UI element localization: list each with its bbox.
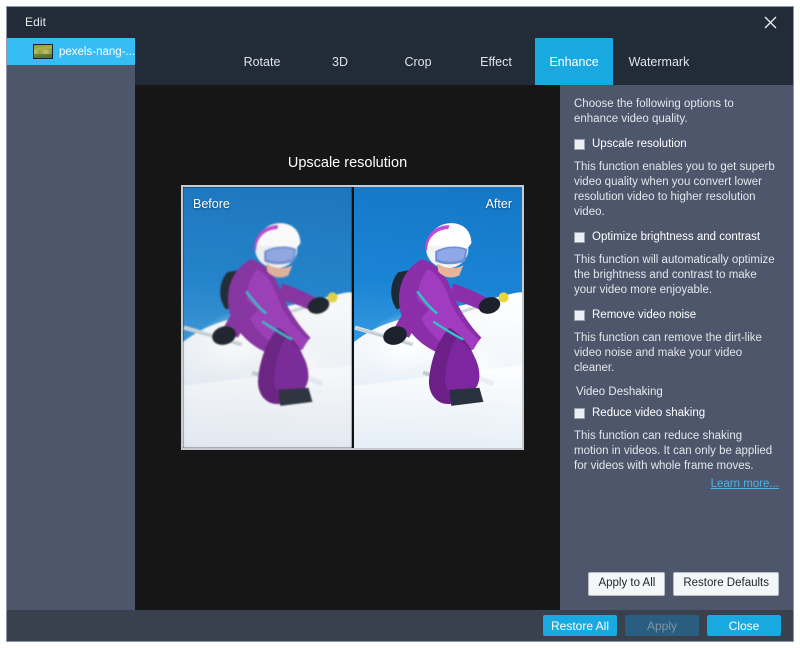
restore-defaults-button[interactable]: Restore Defaults: [673, 572, 779, 596]
tab-watermark-label: Watermark: [628, 54, 690, 69]
enhance-options-panel: Choose the following options to enhance …: [560, 85, 793, 610]
tab-rotate-label: Rotate: [243, 54, 281, 69]
options-intro: Choose the following options to enhance …: [574, 98, 734, 125]
close-icon[interactable]: [747, 7, 793, 38]
remove-video-noise-description: This function can remove the dirt-like v…: [574, 332, 762, 374]
tab-3d[interactable]: 3D: [301, 38, 379, 85]
reduce-video-shaking-description: This function can reduce shaking motion …: [574, 430, 773, 472]
apply-to-all-button[interactable]: Apply to All: [588, 572, 666, 596]
tab-enhance-label: Enhance: [549, 54, 599, 69]
checkbox-remove-video-noise[interactable]: Remove video noise: [574, 308, 779, 322]
tab-rotate[interactable]: Rotate: [223, 38, 301, 85]
preview-pane-after: After: [351, 187, 523, 448]
panel-actions: Apply to All Restore Defaults: [588, 572, 779, 596]
before-label: Before: [193, 197, 230, 211]
checkbox-upscale-resolution[interactable]: Upscale resolution: [574, 137, 779, 151]
checkbox-upscale-resolution-label: Upscale resolution: [592, 138, 687, 150]
video-deshaking-group-title: Video Deshaking: [576, 386, 663, 398]
tab-effect-label: Effect: [480, 54, 512, 69]
optimize-brightness-contrast-description: This function will automatically optimiz…: [574, 254, 775, 296]
close-button[interactable]: Close: [707, 615, 781, 636]
file-name-label: pexels-nang-...: [59, 45, 135, 58]
checkbox-remove-video-noise-label: Remove video noise: [592, 309, 697, 321]
footer-actions: Restore All Apply Close: [543, 615, 781, 636]
checkbox-icon[interactable]: [574, 232, 585, 243]
edit-window: Edit pexels-nang-... Rotate 3D Crop Effe…: [6, 6, 794, 642]
apply-button[interactable]: Apply: [625, 615, 699, 636]
tab-enhance[interactable]: Enhance: [535, 38, 613, 85]
tab-watermark[interactable]: Watermark: [613, 38, 705, 85]
tab-3d-label: 3D: [332, 54, 348, 69]
titlebar: Edit: [7, 7, 793, 38]
app-root: Edit pexels-nang-... Rotate 3D Crop Effe…: [0, 0, 800, 648]
list-item[interactable]: pexels-nang-...: [7, 38, 135, 65]
tabbar: Rotate 3D Crop Effect Enhance Watermark: [135, 38, 793, 85]
restore-all-button[interactable]: Restore All: [543, 615, 617, 636]
video-thumbnail-icon: [33, 44, 53, 59]
skier-figure: [353, 187, 523, 448]
tab-crop-label: Crop: [404, 54, 432, 69]
checkbox-reduce-video-shaking-label: Reduce video shaking: [592, 407, 706, 419]
preview-title: Upscale resolution: [287, 155, 408, 171]
preview-pane-before: Before: [183, 187, 352, 448]
preview-stage: Upscale resolution Before After: [135, 85, 560, 610]
checkbox-icon[interactable]: [574, 139, 585, 150]
skier-figure: [183, 187, 352, 448]
tab-crop[interactable]: Crop: [379, 38, 457, 85]
tab-effect[interactable]: Effect: [457, 38, 535, 85]
checkbox-reduce-video-shaking[interactable]: Reduce video shaking: [574, 406, 779, 420]
checkbox-optimize-brightness-contrast[interactable]: Optimize brightness and contrast: [574, 230, 779, 244]
checkbox-icon[interactable]: [574, 408, 585, 419]
upscale-resolution-description: This function enables you to get superb …: [574, 161, 775, 218]
window-title: Edit: [25, 15, 47, 29]
footer-bar: Restore All Apply Close: [7, 610, 793, 641]
before-after-preview: Before After: [181, 185, 524, 450]
before-photo: [183, 187, 352, 448]
checkbox-icon[interactable]: [574, 310, 585, 321]
after-label: After: [485, 197, 512, 211]
file-list-sidebar: pexels-nang-...: [7, 38, 135, 610]
checkbox-optimize-brightness-contrast-label: Optimize brightness and contrast: [592, 231, 761, 243]
after-photo: [353, 187, 523, 448]
learn-more-link[interactable]: Learn more...: [574, 478, 779, 490]
